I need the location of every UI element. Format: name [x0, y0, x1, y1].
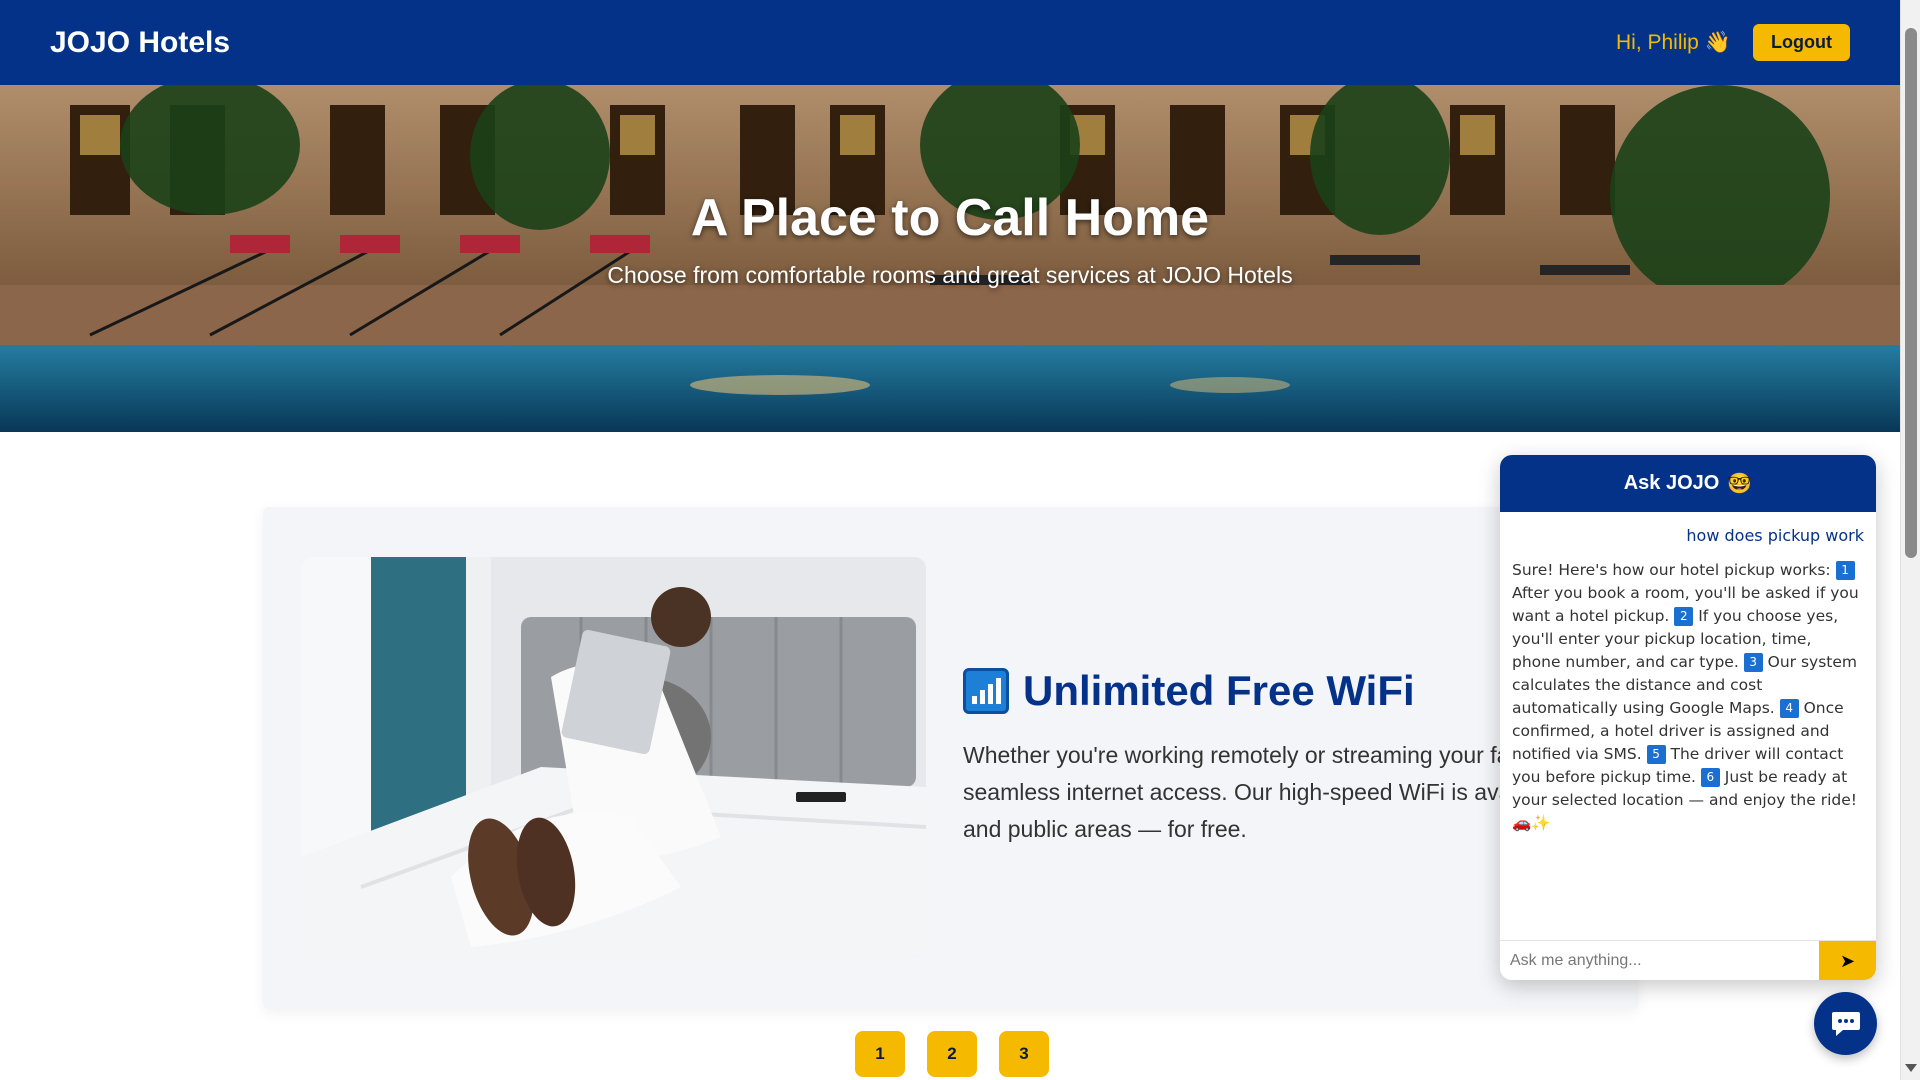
step-6-badge: 6	[1700, 768, 1720, 787]
feature-title-text: Unlimited Free WiFi	[1023, 667, 1415, 714]
bot-intro: Sure! Here's how our hotel pickup works:	[1512, 561, 1831, 579]
hero-banner: A Place to Call Home Choose from comfort…	[0, 85, 1900, 432]
nerd-face-icon: 🤓	[1727, 473, 1753, 495]
page-2-button[interactable]: 2	[927, 1031, 977, 1077]
logout-button[interactable]: Logout	[1753, 24, 1850, 61]
car-sparkle-icon: 🚗✨	[1512, 814, 1551, 832]
step-1-badge: 1	[1835, 561, 1855, 580]
wave-icon: 👋	[1704, 30, 1732, 54]
chat-input-row: ➤	[1500, 940, 1876, 980]
brand-logo[interactable]: JOJO Hotels	[50, 26, 230, 60]
feature-card: Unlimited Free WiFi Whether you're worki…	[263, 507, 1638, 1009]
man-with-laptop-image	[301, 557, 926, 957]
nav-right: Hi, Philip 👋 Logout	[1616, 24, 1850, 61]
chat-bubble-icon	[1831, 1011, 1860, 1036]
page-scrollbar[interactable]	[1900, 0, 1920, 1080]
chat-toggle-button[interactable]	[1814, 992, 1877, 1055]
wifi-signal-icon	[963, 668, 1009, 714]
user-message: how does pickup work	[1686, 526, 1864, 545]
hero-title: A Place to Call Home	[690, 189, 1210, 247]
chat-widget: Ask JOJO 🤓 how does pickup work Sure! He…	[1500, 455, 1876, 980]
step-3-badge: 3	[1743, 653, 1763, 672]
step-4-badge: 4	[1779, 699, 1799, 718]
feature-pagination: 1 2 3	[855, 1031, 1049, 1077]
chat-title: Ask JOJO	[1623, 472, 1720, 494]
scroll-down-arrow-icon[interactable]	[1905, 1064, 1917, 1072]
scroll-thumb[interactable]	[1905, 28, 1917, 558]
step-2-badge: 2	[1674, 607, 1694, 626]
chat-input[interactable]	[1500, 941, 1819, 980]
hero-subtitle: Choose from comfortable rooms and great …	[607, 262, 1293, 288]
top-navbar: JOJO Hotels Hi, Philip 👋 Logout	[0, 0, 1900, 85]
chat-messages: how does pickup work Sure! Here's how ou…	[1500, 512, 1876, 940]
page-3-button[interactable]: 3	[999, 1031, 1049, 1077]
hero-text: A Place to Call Home Choose from comfort…	[0, 85, 1900, 432]
page-1-button[interactable]: 1	[855, 1031, 905, 1077]
user-greeting: Hi, Philip 👋	[1616, 31, 1731, 55]
step-5-badge: 5	[1646, 745, 1666, 764]
feature-image	[301, 557, 926, 957]
send-button[interactable]: ➤	[1819, 941, 1876, 980]
chat-header: Ask JOJO 🤓	[1500, 455, 1876, 512]
bot-message: Sure! Here's how our hotel pickup works:…	[1512, 559, 1864, 835]
greeting-text: Hi, Philip	[1615, 30, 1699, 54]
